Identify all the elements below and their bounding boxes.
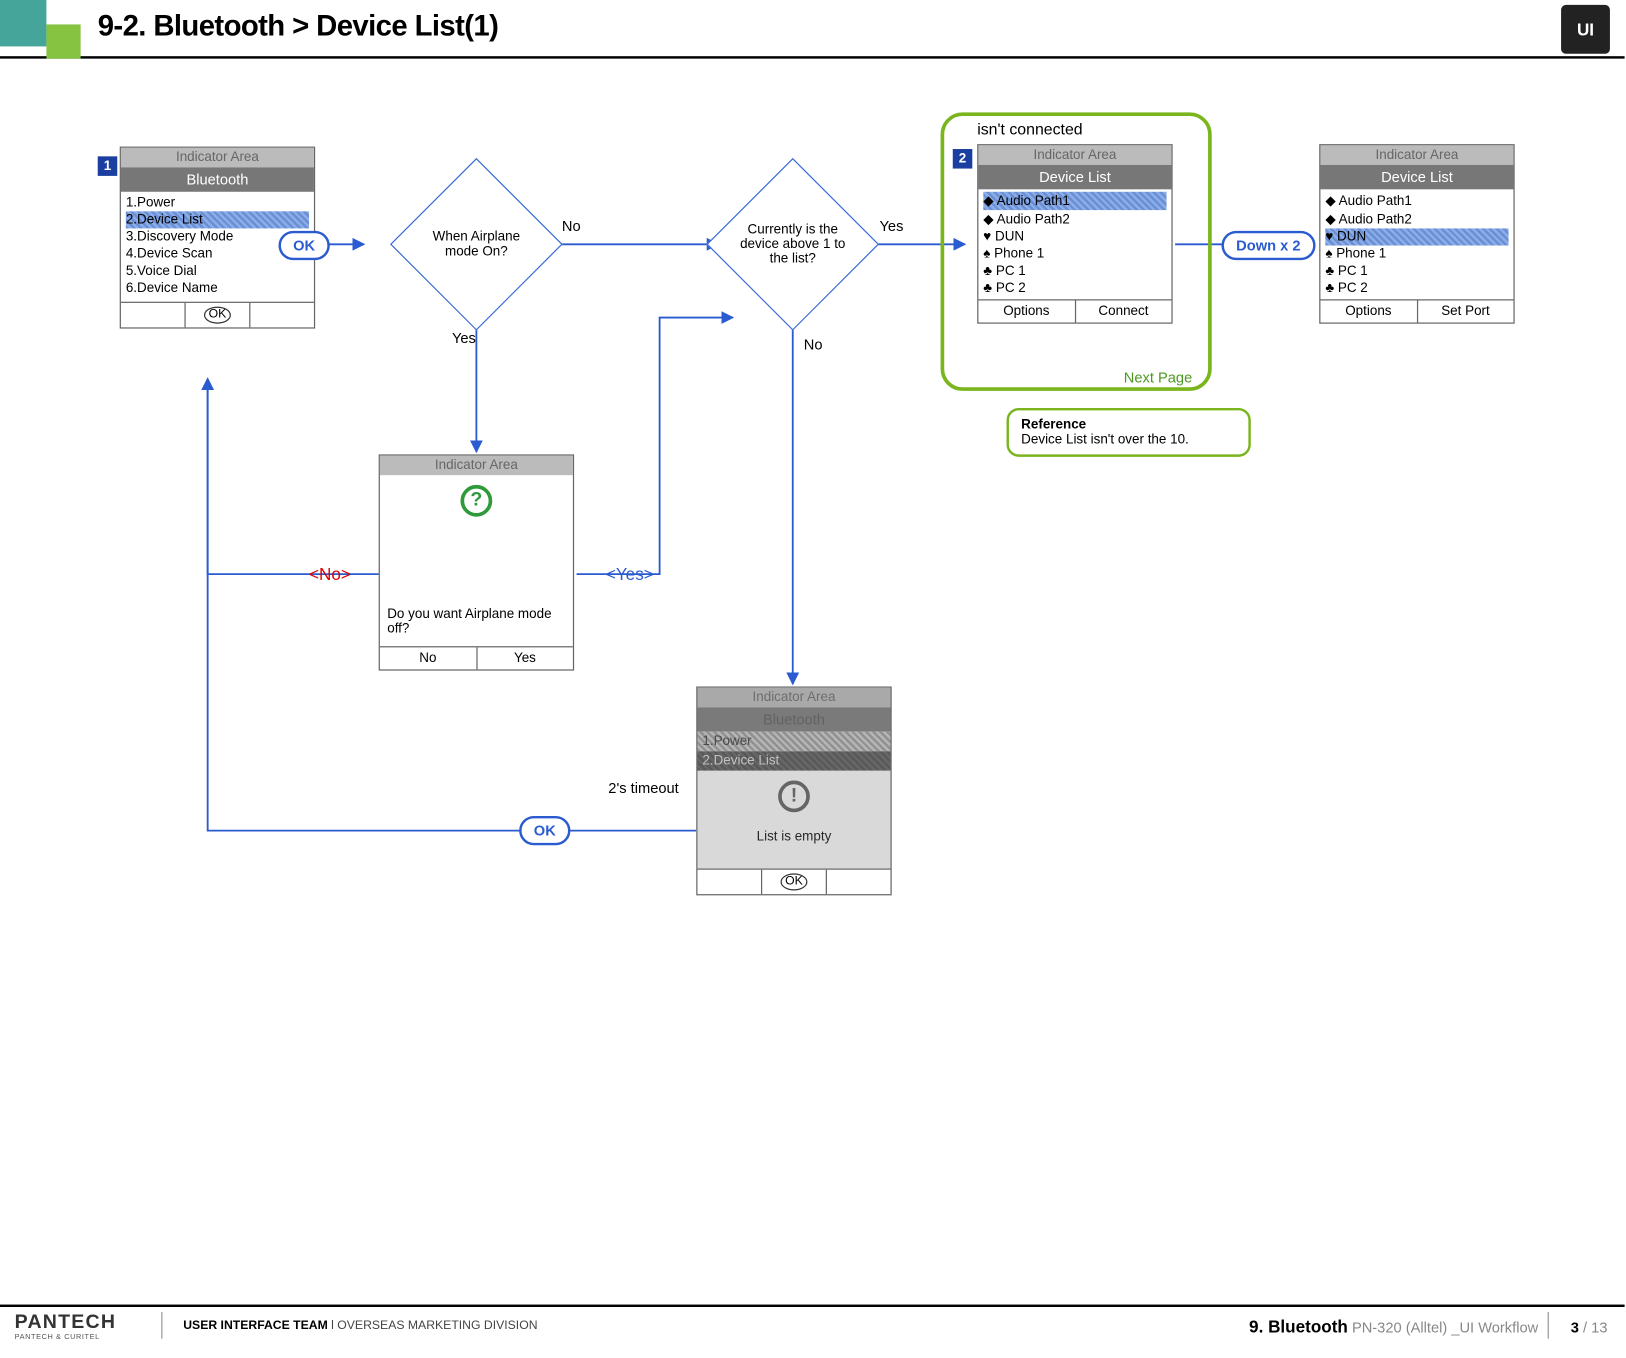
indicator-area: Indicator Area: [380, 456, 573, 476]
popup-content: ! List is empty: [697, 771, 890, 869]
brand-badge: UI: [1561, 5, 1610, 54]
screen2-list: ◆ Audio Path1 ◆ Audio Path2 ♥ DUN ♠ Phon…: [978, 189, 1171, 299]
softkey-bar: No Yes: [380, 646, 573, 669]
popup-message: Do you want Airplane mode off?: [387, 607, 565, 636]
list-item[interactable]: ♣ PC 2: [983, 280, 1166, 297]
softkey-bar: OK: [121, 302, 314, 328]
screen2-badge: 2: [953, 149, 973, 169]
screen2-pane: Indicator Area Device List ◆ Audio Path1…: [977, 144, 1172, 324]
indicator-area: Indicator Area: [978, 145, 1171, 165]
screen3-list: ◆ Audio Path1 ◆ Audio Path2 ♥ DUN ♠ Phon…: [1320, 189, 1513, 299]
branch-yes-label: Yes: [879, 217, 903, 234]
divider: [161, 1312, 162, 1339]
menu-item[interactable]: 1.Power: [126, 194, 309, 211]
screen1-badge: 1: [98, 156, 118, 176]
indicator-area: Indicator Area: [121, 148, 314, 168]
list-item[interactable]: ♣ PC 2: [1325, 280, 1508, 297]
screen2-title: Device List: [978, 165, 1171, 189]
list-item[interactable]: ◆ Audio Path2: [983, 210, 1166, 228]
branch-no-tag: <No>: [309, 564, 351, 584]
down-action-pill: Down x 2: [1222, 231, 1316, 260]
branch-no-label: No: [562, 217, 581, 234]
list-item[interactable]: ♠ Phone 1: [983, 246, 1166, 263]
menu-item[interactable]: 6.Device Name: [126, 280, 309, 297]
popup-body: ? Do you want Airplane mode off?: [380, 475, 573, 646]
header-bar: 9-2. Bluetooth > Device List(1) UI: [0, 0, 1625, 59]
next-page-label: Next Page: [1124, 369, 1192, 386]
ok-action-pill: OK: [279, 231, 330, 260]
screen1-title: Bluetooth: [121, 167, 314, 191]
caption-not-connected: isn't connected: [977, 120, 1082, 138]
branch-yes-label: Yes: [452, 330, 476, 347]
reference-text: Device List isn't over the 10.: [1021, 432, 1236, 447]
popup-message: List is empty: [702, 820, 885, 862]
list-item[interactable]: ♠ Phone 1: [1325, 246, 1508, 263]
softkey-left[interactable]: Options: [978, 300, 1074, 322]
softkey-no[interactable]: No: [380, 647, 476, 669]
softkey-yes[interactable]: Yes: [476, 647, 573, 669]
indicator-area: Indicator Area: [1320, 145, 1513, 165]
footer-right: 9. Bluetooth PN-320 (Alltel) _UI Workflo…: [1249, 1317, 1607, 1337]
header-accent-teal: [0, 0, 46, 46]
page-title: 9-2. Bluetooth > Device List(1): [98, 10, 499, 44]
header-accent-green: [46, 24, 80, 58]
footer-bar: PANTECH PANTECH & CURITEL USER INTERFACE…: [0, 1305, 1625, 1349]
question-icon: ?: [461, 485, 493, 517]
branch-yes-tag: <Yes>: [606, 564, 654, 584]
list-item-selected[interactable]: ♥ DUN: [1325, 228, 1508, 245]
screen3-title: Device List: [1320, 165, 1513, 189]
brand-logo: PANTECH PANTECH & CURITEL: [15, 1312, 117, 1341]
softkey-right[interactable]: [826, 870, 891, 894]
softkey-bar: OK: [697, 868, 890, 894]
softkey-left[interactable]: Options: [1320, 300, 1416, 322]
ok-action-pill: OK: [519, 816, 570, 845]
softkey-center[interactable]: OK: [184, 303, 249, 327]
menu-item[interactable]: 5.Voice Dial: [126, 263, 309, 280]
divider: [1548, 1312, 1549, 1339]
airplane-popup: Indicator Area ? Do you want Airplane mo…: [379, 454, 574, 670]
branch-no-label: No: [804, 336, 823, 353]
alert-icon: !: [778, 781, 810, 813]
softkey-right[interactable]: Set Port: [1416, 300, 1513, 322]
list-item[interactable]: ◆ Audio Path1: [1325, 192, 1508, 210]
list-item[interactable]: ♥ DUN: [983, 228, 1166, 245]
softkey-center[interactable]: OK: [761, 870, 826, 894]
reference-note: Reference Device List isn't over the 10.: [1007, 408, 1251, 457]
menu-item-selected[interactable]: 2.Device List: [126, 211, 309, 228]
softkey-bar: Options Connect: [978, 299, 1171, 322]
decision-device-exists: Currently is the device above 1 to the l…: [719, 171, 866, 318]
list-item[interactable]: ◆ Audio Path2: [1325, 210, 1508, 228]
softkey-left[interactable]: [121, 303, 185, 327]
softkey-right[interactable]: Connect: [1074, 300, 1171, 322]
reference-title: Reference: [1021, 418, 1236, 433]
list-item-selected[interactable]: ◆ Audio Path1: [983, 192, 1166, 210]
empty-popup: Indicator Area Bluetooth 1.Power 2.Devic…: [696, 686, 891, 895]
screen3-pane: Indicator Area Device List ◆ Audio Path1…: [1319, 144, 1514, 324]
softkey-left[interactable]: [697, 870, 761, 894]
popup-bg-list: 1.Power 2.Device List: [697, 732, 890, 771]
list-item[interactable]: ♣ PC 1: [1325, 263, 1508, 280]
timeout-label: 2's timeout: [608, 779, 678, 796]
indicator-area: Indicator Area: [697, 688, 890, 708]
softkey-right[interactable]: [249, 303, 314, 327]
decision-airplane-mode: When Airplane mode On?: [403, 171, 550, 318]
popup-title: Bluetooth: [697, 707, 890, 731]
list-item[interactable]: ♣ PC 1: [983, 263, 1166, 280]
team-credit: USER INTERFACE TEAM l OVERSEAS MARKETING…: [183, 1319, 537, 1332]
softkey-bar: Options Set Port: [1320, 299, 1513, 322]
